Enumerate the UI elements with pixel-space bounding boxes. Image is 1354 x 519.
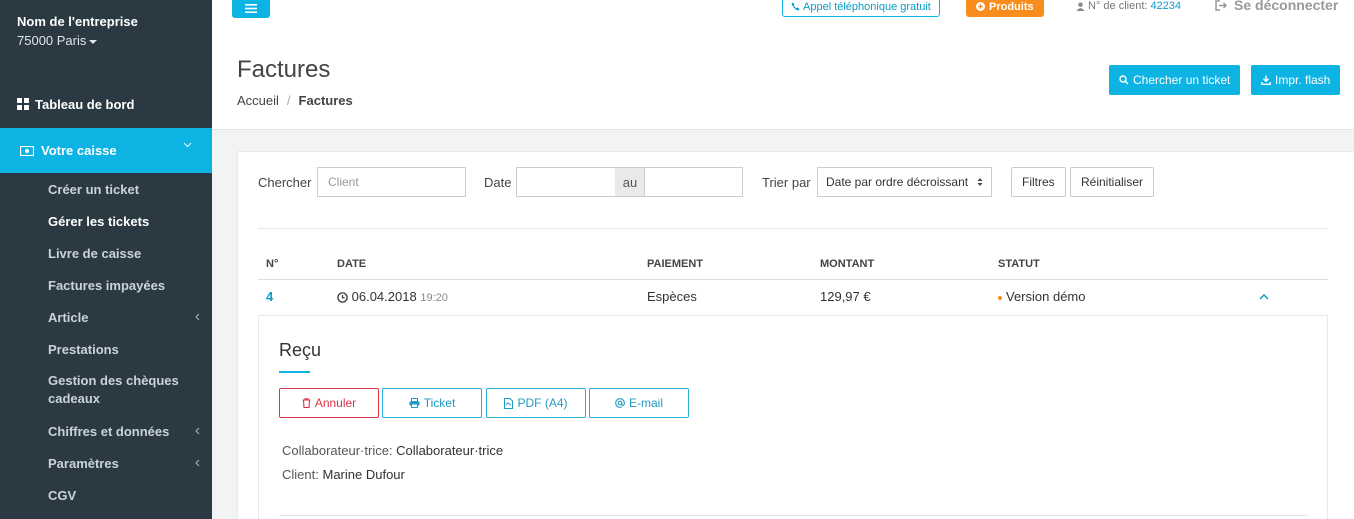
client-number: N° de client: 42234 bbox=[1076, 0, 1181, 12]
logout-link[interactable]: Se déconnecter bbox=[1215, 0, 1338, 13]
date-range-separator: au bbox=[615, 167, 645, 197]
nav-votre-caisse[interactable]: Votre caisse bbox=[0, 128, 212, 173]
date-label: Date bbox=[484, 175, 512, 190]
products-button[interactable]: Produits bbox=[966, 0, 1044, 17]
page-header: Factures Accueil / Factures Chercher un ti… bbox=[212, 34, 1354, 130]
invoices-panel: Chercher Client Date au Trier par Date p… bbox=[237, 151, 1354, 519]
chevron-left-icon bbox=[195, 427, 200, 435]
column-header-date[interactable]: DATE bbox=[337, 258, 366, 270]
invoice-number-link[interactable]: 4 bbox=[266, 289, 273, 304]
top-bar: Appel téléphonique gratuit Produits N° d… bbox=[212, 0, 1354, 34]
invoice-amount: 129,97 € bbox=[820, 289, 871, 304]
status-badge: Version démo bbox=[1006, 289, 1086, 304]
phone-icon bbox=[791, 2, 800, 11]
client-search-input[interactable]: Client bbox=[317, 167, 466, 197]
table-header: N° DATE PAIEMENT MONTANT STATUT bbox=[238, 258, 1354, 278]
print-flash-button[interactable]: Impr. flash bbox=[1251, 65, 1341, 95]
sidebar-item-article[interactable]: Article bbox=[0, 301, 212, 333]
menu-toggle-button[interactable] bbox=[232, 0, 270, 18]
caret-down-icon bbox=[89, 39, 98, 44]
sidebar-item-chiffres[interactable]: Chiffres et données bbox=[0, 415, 212, 447]
chevron-left-icon bbox=[195, 313, 200, 321]
nav-dashboard[interactable]: Tableau de bord bbox=[0, 88, 212, 120]
printer-icon bbox=[409, 398, 420, 408]
invoice-payment: Espèces bbox=[647, 289, 697, 304]
company-switcher[interactable]: Nom de l'entreprise 75000 Paris bbox=[0, 0, 212, 75]
download-icon bbox=[1261, 75, 1271, 85]
nav-dashboard-label: Tableau de bord bbox=[35, 96, 135, 112]
search-label: Chercher bbox=[258, 175, 312, 190]
sidebar-item-creer-ticket[interactable]: Créer un ticket bbox=[0, 173, 212, 205]
sidebar-item-cheques-cadeaux[interactable]: Gestion des chèques cadeaux bbox=[0, 365, 212, 415]
sidebar-item-gerer-tickets[interactable]: Gérer les tickets bbox=[0, 205, 212, 237]
sign-out-icon bbox=[1215, 0, 1228, 11]
invoice-time: 19:20 bbox=[420, 292, 448, 304]
column-header-payment[interactable]: PAIEMENT bbox=[647, 258, 703, 270]
table-row[interactable]: 4 06.04.2018 19:20 Espèces 129,97 € Vers… bbox=[238, 289, 1354, 309]
file-pdf-icon bbox=[504, 397, 514, 409]
plus-circle-icon bbox=[976, 2, 985, 11]
receipt-detail: Reçu Annuler Ticket PDF (A4) E-mail Coll… bbox=[258, 315, 1328, 519]
sort-label: Trier par bbox=[762, 175, 811, 190]
chevron-left-icon bbox=[195, 459, 200, 467]
submenu-caisse: Créer un ticket Gérer les tickets Livre … bbox=[0, 173, 212, 511]
user-icon bbox=[1076, 1, 1085, 11]
sidebar: Nom de l'entreprise 75000 Paris Tableau … bbox=[0, 0, 212, 519]
reset-button[interactable]: Réinitialiser bbox=[1070, 167, 1155, 197]
sidebar-item-parametres[interactable]: Paramètres bbox=[0, 447, 212, 479]
nav-votre-caisse-label: Votre caisse bbox=[41, 143, 117, 158]
sidebar-item-livre-caisse[interactable]: Livre de caisse bbox=[0, 237, 212, 269]
search-icon bbox=[1119, 75, 1129, 85]
invoice-date: 06.04.2018 bbox=[351, 289, 417, 304]
chevron-down-icon bbox=[183, 142, 192, 148]
status-dot bbox=[998, 295, 1002, 300]
breadcrumb-home[interactable]: Accueil bbox=[237, 93, 279, 108]
client-info: Client: Marine Dufour bbox=[282, 467, 405, 482]
filter-bar: Chercher Client Date au Trier par Date p… bbox=[238, 167, 1354, 199]
search-ticket-button[interactable]: Chercher un ticket bbox=[1109, 65, 1241, 95]
column-header-status[interactable]: STATUT bbox=[998, 258, 1040, 270]
breadcrumb-current: Factures bbox=[298, 93, 353, 108]
sort-select[interactable]: Date par ordre décroissant bbox=[817, 167, 992, 197]
sidebar-item-prestations[interactable]: Prestations bbox=[0, 333, 212, 365]
select-arrows-icon bbox=[977, 178, 983, 186]
collapse-row-button[interactable] bbox=[1259, 288, 1269, 303]
receipt-title: Reçu bbox=[279, 340, 322, 360]
page-title: Factures bbox=[237, 56, 331, 83]
cash-register-icon bbox=[20, 145, 34, 156]
company-city: 75000 Paris bbox=[17, 33, 87, 48]
pdf-button[interactable]: PDF (A4) bbox=[486, 388, 586, 418]
title-underline bbox=[279, 371, 310, 373]
free-call-button[interactable]: Appel téléphonique gratuit bbox=[782, 0, 940, 17]
hamburger-icon bbox=[245, 3, 257, 13]
date-to-input[interactable] bbox=[644, 167, 743, 197]
print-ticket-button[interactable]: Ticket bbox=[382, 388, 482, 418]
email-button[interactable]: E-mail bbox=[589, 388, 689, 418]
filters-button[interactable]: Filtres bbox=[1011, 167, 1066, 197]
column-header-number[interactable]: N° bbox=[266, 258, 278, 270]
cancel-button[interactable]: Annuler bbox=[279, 388, 379, 418]
sidebar-item-cgv[interactable]: CGV bbox=[0, 479, 212, 511]
clock-icon bbox=[337, 292, 348, 303]
chevron-up-icon bbox=[1259, 293, 1269, 300]
collaborator-info: Collaborateur·trice: Collaborateur·trice bbox=[282, 443, 504, 458]
divider bbox=[258, 228, 1328, 229]
dashboard-icon bbox=[17, 98, 29, 110]
sidebar-item-factures-impayees[interactable]: Factures impayées bbox=[0, 269, 212, 301]
trash-icon bbox=[302, 398, 311, 408]
company-name: Nom de l'entreprise bbox=[17, 14, 138, 29]
date-from-input[interactable] bbox=[516, 167, 616, 197]
divider bbox=[258, 279, 1328, 280]
divider bbox=[279, 515, 1309, 516]
at-icon bbox=[615, 398, 625, 408]
breadcrumb: Accueil / Factures bbox=[237, 93, 353, 108]
column-header-amount[interactable]: MONTANT bbox=[820, 258, 874, 270]
